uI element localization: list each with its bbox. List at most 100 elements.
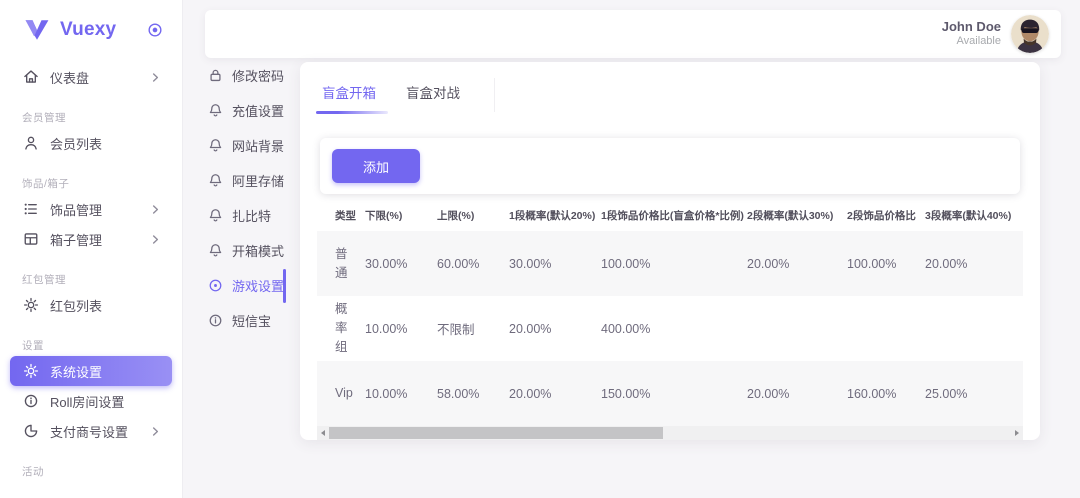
col-lower-limit: 下限(%)	[365, 200, 437, 231]
bell-icon	[207, 102, 224, 119]
scrollbar-thumb[interactable]	[329, 427, 663, 439]
settings-nav-label: 修改密码	[232, 66, 284, 85]
scrollbar-track[interactable]	[329, 426, 1011, 440]
sidebar-item-member-list[interactable]: 会员列表	[10, 128, 172, 158]
box-icon	[22, 230, 40, 248]
avatar[interactable]	[1011, 15, 1049, 53]
sidebar-item-label: 会员列表	[50, 134, 162, 153]
cell: 60.00%	[437, 231, 509, 296]
table-row: 概率组 10.00% 不限制 20.00% 400.00%	[317, 296, 1023, 361]
info-icon	[207, 312, 224, 329]
settings-nav-label: 阿里存储	[232, 171, 284, 190]
col-seg2-probability: 2段概率(默认30%)	[747, 200, 847, 231]
add-button[interactable]: 添加	[332, 149, 420, 183]
cell: 20.00%	[925, 231, 1023, 296]
col-seg1-probability: 1段概率(默认20%)	[509, 200, 601, 231]
settings-nav-item-change-password[interactable]: 修改密码	[207, 58, 285, 93]
cell: 10.00%	[365, 361, 437, 426]
cell	[925, 296, 1023, 361]
sidebar-menu: 仪表盘 会员管理 会员列表 饰品/箱子 饰品管理 箱子管理 红包管理	[0, 54, 182, 478]
tab-blindbox-open[interactable]: 盲盒开箱	[320, 76, 378, 114]
col-type: 类型	[317, 200, 365, 231]
bell-icon	[207, 242, 224, 259]
tab-blindbox-battle[interactable]: 盲盒对战	[404, 76, 462, 114]
settings-nav: 修改密码 充值设置 网站背景 阿里存储 扎比特 开箱模式 游戏设置 短信宝	[207, 58, 285, 338]
cell: 30.00%	[509, 231, 601, 296]
chevron-right-icon	[149, 203, 162, 216]
settings-nav-item-ali-storage[interactable]: 阿里存储	[207, 163, 285, 198]
brand-name: Vuexy	[60, 19, 146, 41]
settings-nav-item-smsbao[interactable]: 短信宝	[207, 303, 285, 338]
cell: 20.00%	[509, 296, 601, 361]
cell: 100.00%	[847, 231, 925, 296]
circle-dot-icon	[207, 277, 224, 294]
col-seg2-price-ratio: 2段饰品价格比	[847, 200, 925, 231]
cell	[847, 296, 925, 361]
col-upper-limit: 上限(%)	[437, 200, 509, 231]
settings-nav-item-unbox-mode[interactable]: 开箱模式	[207, 233, 285, 268]
col-seg3-probability: 3段概率(默认40%)	[925, 200, 1023, 231]
list-icon	[22, 200, 40, 218]
gear-icon	[22, 296, 40, 314]
page: Vuexy 仪表盘 会员管理 会员列表 饰品/箱子 饰品管理	[0, 0, 1080, 498]
cell: 20.00%	[747, 231, 847, 296]
settings-nav-label: 充值设置	[232, 101, 284, 120]
cell: 普通	[317, 231, 365, 296]
cell: 20.00%	[509, 361, 601, 426]
sidebar-item-box-management[interactable]: 箱子管理	[10, 224, 172, 254]
sidebar-item-label: 支付商号设置	[50, 422, 139, 441]
bell-icon	[207, 137, 224, 154]
scroll-right-icon[interactable]	[1011, 426, 1023, 440]
home-icon	[22, 68, 40, 86]
info-icon	[22, 392, 40, 410]
settings-nav-label: 扎比特	[232, 206, 271, 225]
cell: 58.00%	[437, 361, 509, 426]
settings-nav-active-indicator	[283, 269, 286, 303]
sidebar-item-dashboard[interactable]: 仪表盘	[10, 62, 172, 92]
sidebar-pin-icon[interactable]	[146, 21, 164, 39]
horizontal-scrollbar[interactable]	[317, 426, 1023, 440]
lock-icon	[207, 67, 224, 84]
cell: 160.00%	[847, 361, 925, 426]
user-name: John Doe	[942, 19, 1001, 35]
sidebar-item-redpacket-list[interactable]: 红包列表	[10, 290, 172, 320]
sidebar-item-payment-merchant-settings[interactable]: 支付商号设置	[10, 416, 172, 446]
top-header: John Doe Available	[205, 10, 1061, 58]
vuexy-logo-icon	[24, 19, 50, 41]
sidebar-item-system-settings[interactable]: 系统设置	[10, 356, 172, 386]
scroll-left-icon[interactable]	[317, 426, 329, 440]
settings-nav-item-zhabite[interactable]: 扎比特	[207, 198, 285, 233]
cell: 100.00%	[601, 231, 747, 296]
sidebar-item-label: 箱子管理	[50, 230, 139, 249]
table-header-row: 类型 下限(%) 上限(%) 1段概率(默认20%) 1段饰品价格比(盲盒价格*…	[317, 200, 1023, 231]
sidebar-item-label: 饰品管理	[50, 200, 139, 219]
sidebar-section-redpacket: 红包管理	[10, 272, 172, 286]
settings-nav-label: 开箱模式	[232, 241, 284, 260]
settings-nav-label: 短信宝	[232, 311, 271, 330]
cell: 不限制	[437, 296, 509, 361]
sidebar-item-label: 系统设置	[50, 362, 162, 381]
sidebar-item-roll-room-settings[interactable]: Roll房间设置	[10, 386, 172, 416]
cell: Vip	[317, 361, 365, 426]
chevron-right-icon	[149, 233, 162, 246]
tab-separator	[494, 78, 495, 112]
sidebar-item-label: 红包列表	[50, 296, 162, 315]
sidebar-item-accessory-management[interactable]: 饰品管理	[10, 194, 172, 224]
sidebar-section-items-boxes: 饰品/箱子	[10, 176, 172, 190]
sidebar-section-settings: 设置	[10, 338, 172, 352]
settings-nav-item-recharge[interactable]: 充值设置	[207, 93, 285, 128]
settings-nav-item-site-background[interactable]: 网站背景	[207, 128, 285, 163]
tabs: 盲盒开箱 盲盒对战	[300, 62, 1040, 114]
col-seg1-price-ratio: 1段饰品价格比(盲盒价格*比例)	[601, 200, 747, 231]
settings-nav-item-game-settings[interactable]: 游戏设置	[207, 268, 285, 303]
sidebar-section-activity: 活动	[10, 464, 172, 478]
sidebar-item-label: 仪表盘	[50, 68, 139, 87]
table-row: 普通 30.00% 60.00% 30.00% 100.00% 20.00% 1…	[317, 231, 1023, 296]
cell: 150.00%	[601, 361, 747, 426]
cell: 400.00%	[601, 296, 747, 361]
sidebar-item-label: Roll房间设置	[50, 392, 162, 411]
user-meta: John Doe Available	[942, 19, 1001, 49]
bell-icon	[207, 207, 224, 224]
cell: 30.00%	[365, 231, 437, 296]
user-icon	[22, 134, 40, 152]
